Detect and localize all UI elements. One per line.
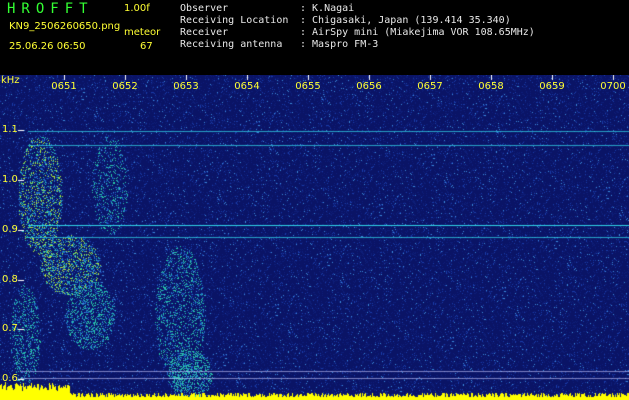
receiver-key: Receiver — [180, 27, 229, 38]
freq-tick-label: 1.0 — [2, 174, 18, 185]
version-label: 1.00f — [124, 3, 150, 14]
time-tick-label: 0654 — [234, 81, 260, 92]
freq-tick-label: 0.7 — [2, 323, 18, 334]
meteor-label: meteor — [124, 27, 161, 38]
time-tick-label: 0656 — [356, 81, 382, 92]
location-value: : Chigasaki, Japan (139.414 35.340) — [300, 15, 511, 26]
antenna-key: Receiving antenna — [180, 39, 283, 50]
antenna-value: : Maspro FM-3 — [300, 39, 379, 50]
time-tick-label: 0657 — [417, 81, 443, 92]
freq-tick-label: 0.9 — [2, 224, 18, 235]
time-tick-label: 0700 — [600, 81, 626, 92]
filename-label: KN9_2506260650.png — [9, 21, 121, 32]
freq-unit-label: kHz — [1, 75, 20, 86]
time-tick-label: 0658 — [478, 81, 504, 92]
observer-value: : K.Nagai — [300, 3, 355, 14]
datetime-label: 25.06.26 06:50 — [9, 41, 86, 52]
freq-tick-label: 1.1 — [2, 124, 18, 135]
observer-key: Observer — [180, 3, 229, 14]
spectrogram-canvas — [0, 75, 629, 400]
header-panel: HROFFT 1.00f KN9_2506260650.png 25.06.26… — [0, 0, 629, 75]
location-key: Receiving Location — [180, 15, 289, 26]
meteor-count: 67 — [140, 41, 153, 52]
freq-tick-label: 0.8 — [2, 274, 18, 285]
freq-tick-label: 0.6 — [2, 373, 18, 384]
time-tick-label: 0651 — [51, 81, 77, 92]
receiver-value: : AirSpy mini (Miakejima VOR 108.65MHz) — [300, 27, 535, 38]
time-tick-label: 0653 — [173, 81, 199, 92]
time-tick-label: 0652 — [112, 81, 138, 92]
time-tick-label: 0655 — [295, 81, 321, 92]
time-tick-label: 0659 — [539, 81, 565, 92]
app-title: HROFFT — [7, 1, 94, 17]
